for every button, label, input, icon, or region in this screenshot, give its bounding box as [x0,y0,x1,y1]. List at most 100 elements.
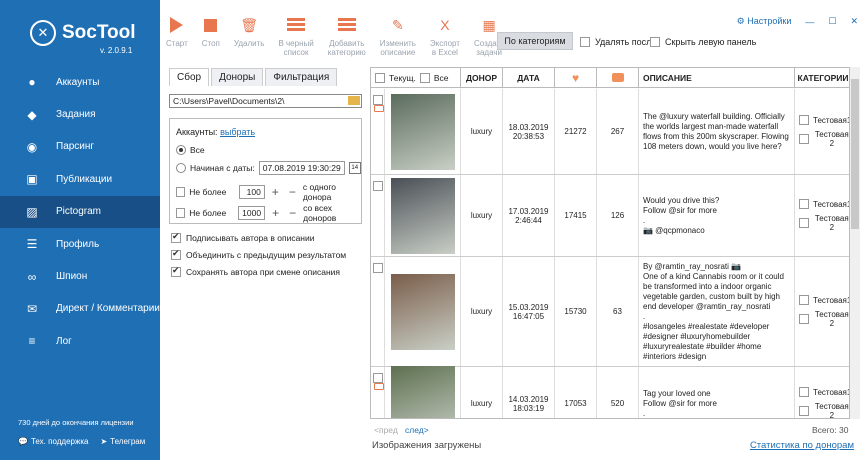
likes-header[interactable]: ♥ [555,68,597,87]
sidebar-item-label: Директ / Комментарии [56,303,160,315]
comments-header[interactable] [597,68,639,87]
donor-header[interactable]: ДОНОР [461,68,503,87]
hide-left-panel-checkbox[interactable]: Скрыть левую панель [650,37,756,47]
settings-button[interactable]: ⚙ Настройки [737,16,792,27]
sidebar-item-5[interactable]: ☰ Профиль [0,228,160,260]
row-select[interactable] [371,367,385,418]
category-checkbox[interactable]: Тестовая 2 [799,402,849,418]
donor-cell: luxury [461,257,503,366]
date-input[interactable]: 07.08.2019 19:30:29 [258,161,345,175]
calendar-icon[interactable]: 14 [348,162,361,174]
sidebar: ✕ SocTool v. 2.0.9.1 ● Аккаунты ◆ Задания ◉ П… [0,0,160,460]
per-donor-checkbox[interactable] [176,187,186,197]
likes-cell: 15730 [555,257,597,366]
per-donor-input[interactable]: 100 [238,185,265,199]
sidebar-item-2[interactable]: ◉ Парсинг [0,131,160,163]
delete-after-checkbox[interactable]: Удалять после [580,37,656,47]
telegram-icon: ➤ [100,437,108,446]
publish-icon: ▣ [26,172,38,187]
description-cell[interactable]: The @luxury waterfall building. Official… [639,89,795,174]
telegram-link[interactable]: ➤ Телеграм [100,437,145,446]
sidebar-item-6[interactable]: ∞ Шпион [0,260,160,292]
comment-icon [611,73,624,82]
description-header[interactable]: ОПИСАНИЕ [639,68,795,87]
categories-header[interactable]: КАТЕГОРИИ [795,68,849,87]
category-checkbox[interactable]: Тестовая 2 [799,310,849,328]
comments-cell: 63 [597,257,639,366]
sidebar-item-1[interactable]: ◆ Задания [0,98,160,130]
mail-icon: ✉ [26,301,38,316]
support-link[interactable]: 💬 Тех. поддержка [18,437,88,446]
table-row[interactable]: luxury 15.03.2019 16:47:05 15730 63 By @… [371,257,849,367]
minimize-icon[interactable]: — [805,17,814,27]
sidebar-item-label: Задания [56,109,96,121]
row-select[interactable] [371,175,385,256]
category-checkbox[interactable]: Тестовая1 [799,115,849,125]
select-accounts-link[interactable]: выбрать [220,127,255,137]
table-row[interactable]: luxury 14.03.2019 18:03:19 17053 520 Tag… [371,365,849,418]
category-checkbox[interactable]: Тестовая 2 [799,214,849,232]
tab-filter[interactable]: Фильтрация [265,68,338,86]
keep-author-checkbox[interactable]: Сохранять автора при смене описания [171,265,340,277]
toolbar-button-3[interactable]: В черный список [278,16,314,64]
media-type-icon [374,105,384,112]
categories-cell: Тестовая1 Тестовая 2 [795,89,849,174]
description-cell[interactable]: Would you drive this? Follow @sir for mo… [639,175,795,256]
row-select[interactable] [371,89,385,174]
folder-icon[interactable] [348,96,360,105]
heart-icon: ♥ [571,70,580,85]
tab-collect[interactable]: Сбор [169,68,210,86]
toolbar-button-5[interactable]: ✎ Изменить описание [380,16,416,64]
all-radio[interactable]: Все [176,145,205,155]
post-image[interactable] [385,257,461,366]
category-checkbox[interactable]: Тестовая1 [799,387,849,397]
increment-icon[interactable]: + [272,206,279,220]
by-category-button[interactable]: По категориям [497,32,573,50]
post-image[interactable] [385,365,461,418]
all-donors-input[interactable]: 1000 [238,206,266,220]
from-date-radio[interactable]: Начиная с даты: 07.08.2019 19:30:29 14 [176,161,361,175]
post-image[interactable] [385,175,461,256]
sidebar-item-label: Лог [56,335,72,347]
tab-donors[interactable]: Доноры [211,68,264,86]
toolbar-button-6[interactable]: X Экспорт в Excel [430,16,460,64]
folder-path-input[interactable]: C:\Users\Pavel\Documents\2\ [169,94,362,108]
excel-icon: X [440,16,450,33]
scrollbar[interactable] [850,67,860,419]
select-current-checkbox[interactable] [375,72,385,83]
select-all-checkbox[interactable] [419,72,430,83]
description-cell[interactable]: By @ramtin_ray_nosrati 📷 One of a kind C… [639,257,795,366]
donor-stats-link[interactable]: Статистика по донорам [750,440,854,451]
sidebar-item-4[interactable]: ▨ Pictogram [0,195,160,228]
decrement-icon[interactable]: − [289,206,296,220]
toolbar-button-2[interactable]: 🗑 Удалить [234,16,265,64]
description-cell[interactable]: Tag your loved one Follow @sir for more … [639,367,795,418]
sidebar-item-0[interactable]: ● Аккаунты [0,66,160,98]
merge-results-checkbox[interactable]: Объединить с предыдущим результатом [171,248,346,260]
sidebar-item-3[interactable]: ▣ Публикации [0,163,160,195]
prev-page-link[interactable]: <пред [374,425,398,435]
increment-icon[interactable]: + [272,185,279,199]
toolbar-button-4[interactable]: Добавить категорию [328,16,366,64]
toolbar-button-0[interactable]: Старт [166,16,188,64]
next-page-link[interactable]: след> [405,425,429,435]
post-image[interactable] [385,89,461,174]
comments-cell: 126 [597,175,639,256]
table-row[interactable]: luxury 17.03.2019 2:46:44 17415 126 Woul… [371,175,849,257]
maximize-icon[interactable]: ☐ [828,16,836,27]
date-header[interactable]: ДАТА [503,68,555,87]
category-checkbox[interactable]: Тестовая1 [799,295,849,305]
sign-author-checkbox[interactable]: Подписывать автора в описании [171,231,314,243]
scroll-thumb[interactable] [851,79,859,229]
row-select[interactable] [371,257,385,366]
decrement-icon[interactable]: − [289,185,296,199]
per-donor-row: Не более 100 + − с одного донора [176,182,361,202]
all-donors-checkbox[interactable] [176,208,186,218]
category-checkbox[interactable]: Тестовая 2 [799,130,849,148]
table-row[interactable]: luxury 18.03.2019 20:38:53 21272 267 The… [371,89,849,175]
category-checkbox[interactable]: Тестовая1 [799,199,849,209]
sidebar-item-8[interactable]: ≡ Лог [0,325,160,357]
close-icon[interactable]: ✕ [850,16,858,27]
sidebar-item-7[interactable]: ✉ Директ / Комментарии [0,293,160,325]
toolbar-button-1[interactable]: Стоп [202,16,220,64]
